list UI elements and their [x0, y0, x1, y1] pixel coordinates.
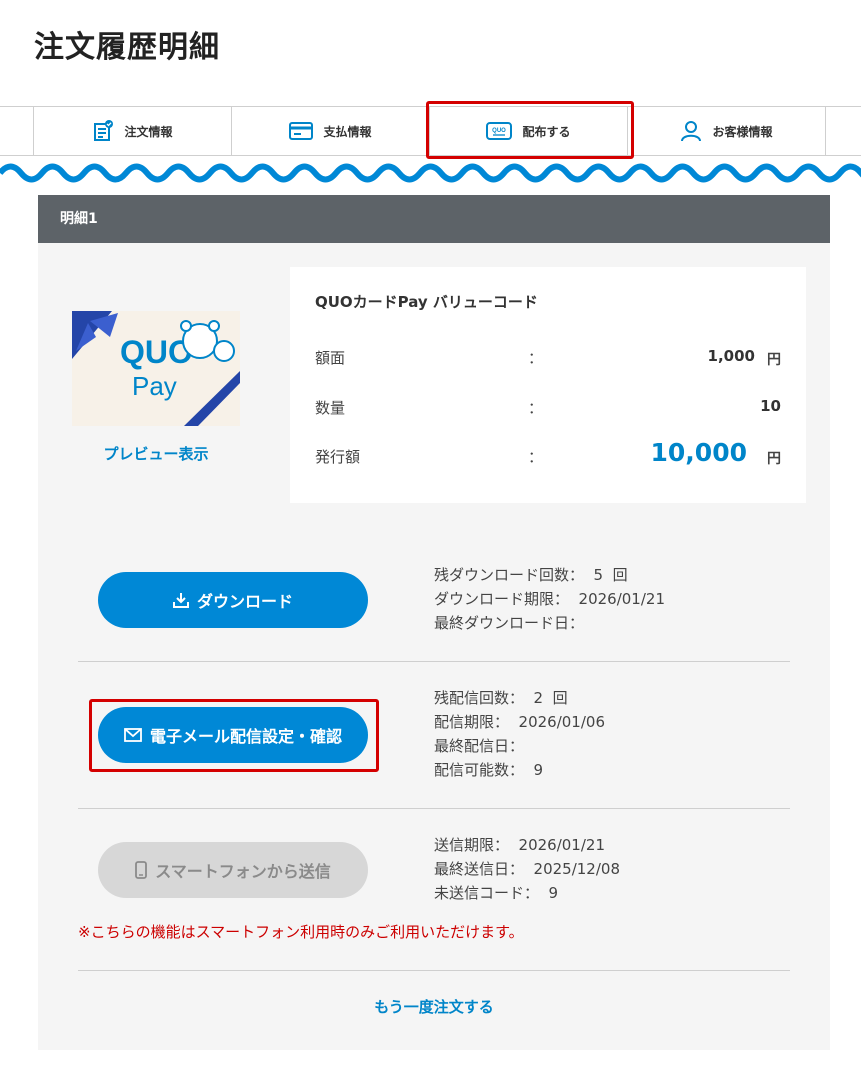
tab-payment-info[interactable]: 支払情報 — [232, 107, 430, 155]
tab-edge — [0, 107, 34, 155]
section-header: 明細1 — [38, 195, 830, 243]
smartphone-icon — [135, 861, 148, 879]
issue-amount-row: 発行額 ： 10,000 円 — [315, 438, 781, 470]
tab-order-info[interactable]: 注文情報 — [34, 107, 232, 155]
quantity-label: 数量 — [315, 399, 346, 417]
tab-customer-info[interactable]: お客様情報 — [628, 107, 826, 155]
divider — [78, 661, 790, 662]
tab-label: お客様情報 — [712, 124, 773, 139]
colon: ： — [528, 448, 544, 466]
product-thumbnail[interactable]: QUO Pay — [72, 311, 240, 426]
divider — [78, 808, 790, 809]
email-available: 配信可能数： 9 — [434, 761, 544, 779]
face-value-label: 額面 — [315, 349, 346, 367]
tab-label: 支払情報 — [323, 124, 372, 139]
thumbnail-sub: Pay — [132, 371, 177, 401]
wave-divider — [0, 163, 861, 183]
colon: ： — [528, 399, 544, 417]
face-value: 1,000 — [707, 347, 755, 365]
email-deadline: 配信期限： 2026/01/06 — [434, 713, 605, 731]
download-icon — [172, 593, 189, 608]
face-value-row: 額面 ： 1,000 円 — [315, 341, 781, 371]
email-last-date: 最終配信日： — [434, 737, 525, 755]
product-card: QUOカードPay バリューコード 額面 ： 1,000 円 数量 ： 10 発… — [290, 267, 806, 503]
document-check-icon — [94, 120, 114, 141]
issue-amount-label: 発行額 — [315, 448, 361, 466]
thumbnail-brand: QUO — [120, 334, 193, 370]
quantity-row: 数量 ： 10 — [315, 391, 781, 421]
smartphone-notice: ※こちらの機能はスマートフォン利用時のみご利用いただけます。 — [78, 923, 524, 941]
send-deadline: 送信期限： 2026/01/21 — [434, 836, 605, 854]
download-last-date: 最終ダウンロード日： — [434, 614, 585, 632]
page-title: 注文履歴明細 — [34, 30, 220, 65]
preview-link[interactable]: プレビュー表示 — [72, 443, 240, 464]
email-remaining: 残配信回数： 2 回 — [434, 689, 568, 707]
download-deadline: ダウンロード期限： 2026/01/21 — [434, 590, 665, 608]
face-value-unit: 円 — [767, 352, 781, 368]
issue-amount-value: 10,000 — [650, 438, 747, 467]
download-remaining: 残ダウンロード回数： 5 回 — [434, 566, 628, 584]
smartphone-info: 送信期限： 2026/01/21 最終送信日： 2025/12/08 未送信コー… — [434, 833, 620, 905]
detail-section: 明細1 QUO Pay プレビュー表示 QUOカードPay バリューコード 額面… — [38, 195, 830, 1050]
download-button-label: ダウンロード — [196, 594, 293, 611]
download-info: 残ダウンロード回数： 5 回 ダウンロード期限： 2026/01/21 最終ダウ… — [434, 563, 665, 635]
colon: ： — [528, 349, 544, 367]
tab-highlight-frame — [426, 101, 634, 159]
last-send-date: 最終送信日： 2025/12/08 — [434, 860, 620, 878]
email-button-highlight-frame — [89, 699, 379, 772]
issue-amount-unit: 円 — [767, 451, 781, 467]
reorder-link[interactable]: もう一度注文する — [38, 996, 830, 1017]
smartphone-button-label: スマートフォンから送信 — [155, 864, 331, 881]
credit-card-icon — [289, 122, 314, 140]
tab-label: 注文情報 — [124, 124, 173, 139]
person-icon — [681, 121, 702, 142]
unsent-codes: 未送信コード： 9 — [434, 884, 559, 902]
divider — [78, 970, 790, 971]
smartphone-send-button[interactable]: スマートフォンから送信 — [98, 842, 368, 898]
product-name: QUOカードPay バリューコード — [315, 293, 538, 311]
email-info: 残配信回数： 2 回 配信期限： 2026/01/06 最終配信日： 配信可能数… — [434, 686, 605, 782]
download-button[interactable]: ダウンロード — [98, 572, 368, 628]
quantity-value: 10 — [760, 397, 781, 415]
